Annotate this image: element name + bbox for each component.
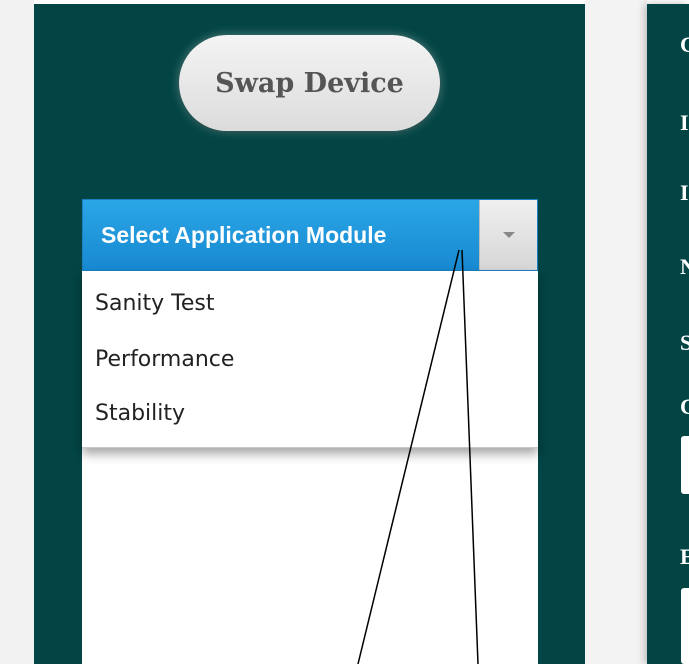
- annotation-callout-lines: [357, 249, 479, 664]
